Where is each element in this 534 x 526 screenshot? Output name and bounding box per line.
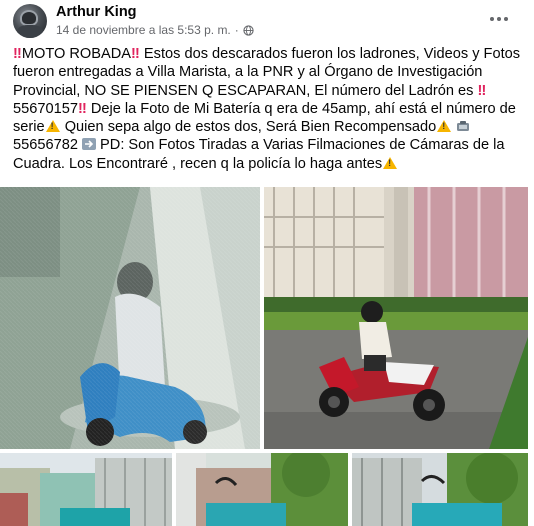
photo-blue-scooter-1-image [0,453,172,526]
photo-blue-scooter-1[interactable] [0,453,172,526]
post-text: ‼MOTO ROBADA‼ Estos dos descarados fuero… [13,45,524,173]
post-timestamp[interactable]: 14 de noviembre a las 5:53 p. m. [56,23,231,37]
photo-blue-scooter-2[interactable] [176,453,348,526]
post-meta: 14 de noviembre a las 5:53 p. m. · [56,23,254,37]
double-exclamation-icon: ‼ [477,82,487,99]
thief-phone-number: 55670157 [13,100,78,117]
photo-cctv-scooter-street-image [0,187,260,449]
arrow-right-icon [82,138,96,151]
double-exclamation-icon: ‼ [131,46,140,62]
double-exclamation-icon: ‼ [77,100,87,117]
avatar-body [17,25,43,38]
photo-scooter-rider-red[interactable] [264,187,528,449]
text-headline: MOTO ROBADA [21,46,132,62]
facebook-post: Arthur King 14 de noviembre a las 5:53 p… [0,0,534,526]
text-body-3: Quien sepa algo de estos dos, Será Bien … [60,119,437,136]
double-exclamation-icon: ‼ [13,46,22,62]
photo-cctv-scooter-street[interactable] [0,187,260,449]
warning-icon [383,156,398,169]
contact-phone-number: 55656782 [13,137,78,154]
ellipsis-icon [490,17,494,21]
warning-icon [45,120,60,133]
phone-icon [457,121,470,132]
photo-blue-scooter-3-image [352,453,528,526]
warning-icon [437,120,452,133]
avatar[interactable] [13,4,47,38]
avatar-helmet [20,10,38,26]
photo-blue-scooter-3[interactable] [352,453,528,526]
more-options-button[interactable] [486,9,512,29]
author-name[interactable]: Arthur King [56,4,137,20]
photo-blue-scooter-2-image [176,453,348,526]
photo-scooter-rider-red-image [264,187,528,449]
meta-separator: · [234,23,239,37]
globe-icon[interactable] [243,24,254,36]
